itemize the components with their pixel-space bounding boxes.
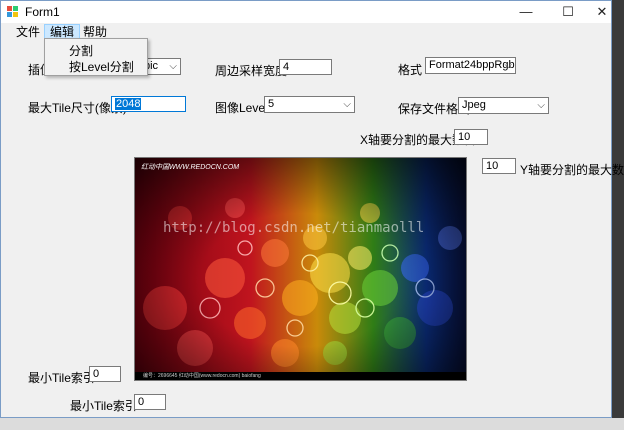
min-tile-y-input[interactable]: 0 (89, 366, 121, 382)
minimize-button[interactable]: — (509, 1, 543, 23)
edge-width-input[interactable]: 4 (279, 59, 332, 75)
max-tile-value: 2048 (115, 98, 142, 110)
chevron-down-icon: ⌵ (169, 61, 177, 72)
watermark-text: http://blog.csdn.net/tianmaolll (163, 220, 425, 236)
maximize-button[interactable]: ☐ (551, 1, 585, 23)
format-label: 格式 (398, 63, 423, 77)
chevron-down-icon: ⌵ (343, 99, 351, 110)
background-window-edge (610, 0, 624, 430)
image-level-combo[interactable]: 5 ⌵ (264, 96, 355, 113)
chevron-down-icon: ⌵ (537, 100, 545, 111)
max-tile-input[interactable]: 2048 (111, 96, 186, 112)
x-split-input[interactable]: 10 (454, 129, 488, 145)
edge-width-label: 周边采样宽度 (215, 64, 288, 78)
chevron-down-icon: ⌵ (504, 60, 512, 71)
title-bar[interactable]: Form1 — ☐ ✕ (1, 1, 611, 23)
edit-dropdown-menu: 分割 按Level分割 (44, 38, 148, 76)
save-format-value: Jpeg (462, 99, 486, 111)
y-split-label: Y轴要分割的最大数目 (520, 163, 624, 177)
image-header-text: 红动中国WWW.REDOCN.COM (141, 164, 240, 171)
min-tile-x-input[interactable]: 0 (134, 394, 166, 410)
taskbar-strip (0, 418, 624, 430)
image-level-label: 图像Level (215, 101, 268, 115)
y-split-input[interactable]: 10 (482, 158, 516, 174)
bokeh-image (135, 158, 466, 380)
app-icon (7, 6, 19, 18)
image-preview: 红动中国WWW.REDOCN.COM http://blog.csdn.net/… (134, 157, 467, 381)
format-combo[interactable]: Format24bppRgb ⌵ (425, 57, 516, 74)
menu-file[interactable]: 文件 (11, 24, 45, 40)
close-button[interactable]: ✕ (585, 1, 619, 23)
save-format-combo[interactable]: Jpeg ⌵ (458, 97, 549, 114)
image-footer: 编号：2696645 红动中国(www.redocn.com) baiofang (135, 372, 466, 380)
format-value: Format24bppRgb (429, 59, 515, 71)
menu-item-split[interactable]: 分割 (69, 42, 93, 59)
image-footer-text: 编号：2696645 红动中国(www.redocn.com) baiofang (143, 373, 261, 379)
window-title: Form1 (25, 5, 60, 19)
image-level-value: 5 (268, 98, 275, 110)
menu-item-split-by-level[interactable]: 按Level分割 (69, 58, 134, 75)
